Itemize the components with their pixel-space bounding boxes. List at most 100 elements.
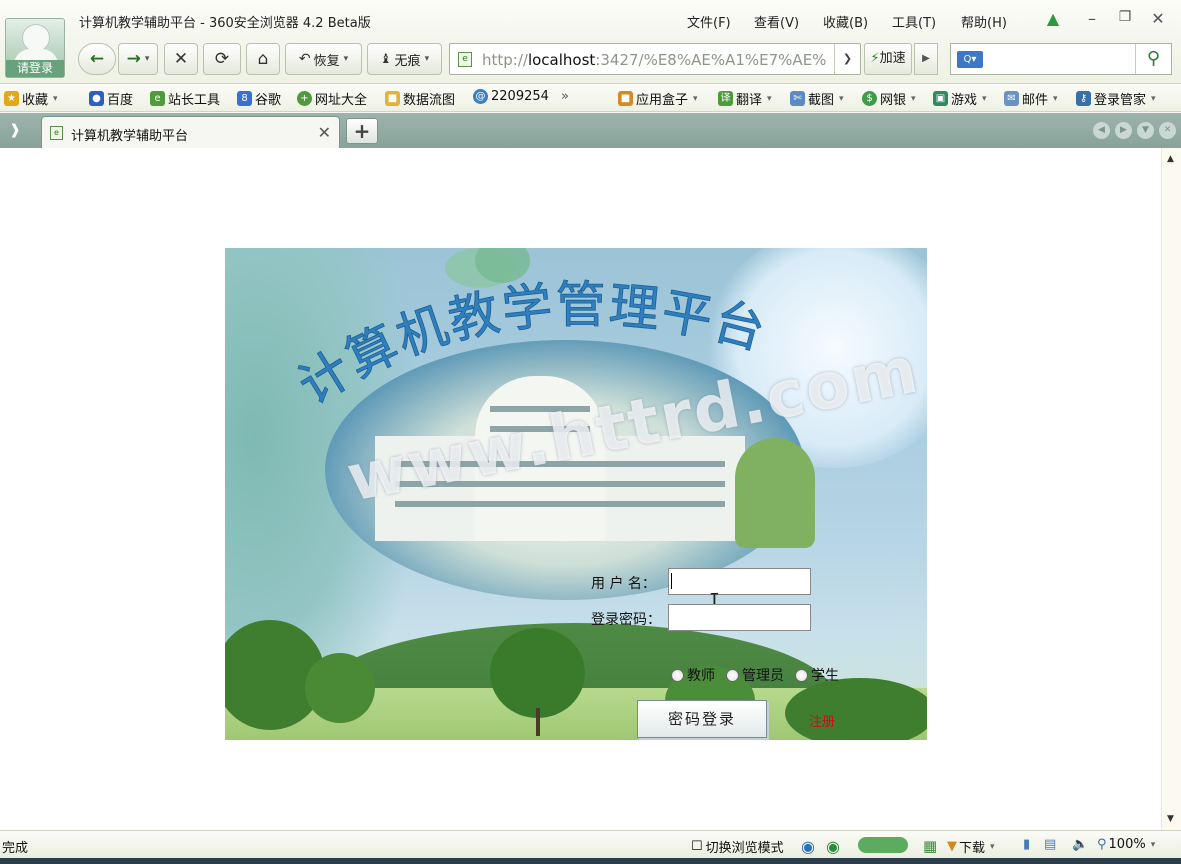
memory-icon[interactable]: ▮ — [1023, 837, 1030, 852]
bolt-icon: ⚡ — [870, 51, 880, 66]
folder-icon: ■ — [385, 91, 400, 106]
tree-image — [785, 678, 927, 740]
undo-icon: ↶ — [298, 51, 311, 67]
password-label: 登录密码： — [591, 612, 661, 628]
close-window-icon[interactable]: ✕ — [1148, 9, 1168, 28]
fav-link-webmaster-tools[interactable]: e 站长工具 — [150, 89, 220, 108]
sidebar-toggle-icon[interactable]: ❱ — [4, 120, 26, 140]
accelerate-label: 加速 — [879, 51, 906, 66]
tool-online-banking[interactable]: $ 网银 ▾ — [862, 89, 916, 108]
tab-scroll-right-icon[interactable]: ▶ — [1115, 122, 1132, 139]
chevron-down-icon: ▾ — [982, 93, 987, 104]
tab-scroll-left-icon[interactable]: ◀ — [1093, 122, 1110, 139]
tree-cluster-image — [735, 438, 815, 548]
forward-button[interactable]: → ▾ — [118, 43, 158, 75]
password-input[interactable] — [668, 604, 811, 631]
minimize-icon[interactable]: – — [1082, 9, 1102, 28]
restore-tab-label: 恢复 — [313, 53, 340, 69]
radio-circle[interactable] — [671, 668, 684, 682]
search-box[interactable]: Q▾ ⚲ — [950, 43, 1172, 75]
new-tab-button[interactable]: + — [346, 118, 378, 144]
address-dropdown-icon[interactable]: ❯ — [834, 44, 860, 74]
role-label-student: 学生 — [811, 668, 839, 684]
fav-link-data-flow-diagram[interactable]: ■ 数据流图 — [385, 89, 455, 108]
fav-link-2209254[interactable]: @2209254 — [473, 89, 549, 104]
incognito-button[interactable]: ♝ 无痕 ▾ — [367, 43, 442, 75]
zoom-control[interactable]: ⚲ 100% ▾ — [1097, 837, 1155, 852]
radio-circle[interactable] — [795, 668, 808, 682]
browser-window: 请登录 计算机教学辅助平台 - 360安全浏览器 4.2 Beta版 文件(F)… — [0, 0, 1181, 864]
menu-favorites[interactable]: 收藏(B) — [823, 12, 868, 31]
window-icon[interactable]: ▤ — [1044, 837, 1056, 852]
taskbar-strip — [0, 858, 1181, 864]
window-title: 计算机教学辅助平台 - 360安全浏览器 4.2 Beta版 — [79, 16, 371, 31]
close-all-tabs-icon[interactable]: ✕ — [1159, 122, 1176, 139]
accelerate-button[interactable]: ⚡加速 — [864, 43, 912, 75]
tab-active[interactable]: e 计算机教学辅助平台 ✕ — [41, 116, 340, 148]
role-radio-student[interactable]: 学生 — [795, 665, 839, 685]
fav-link-baidu[interactable]: ● 百度 — [89, 89, 133, 108]
login-panel: 计算机教学管理平台 www.httrd.com 用 户 名： I 登录密码： 教… — [225, 248, 927, 740]
tool-mail[interactable]: ✉ 邮件 ▾ — [1004, 89, 1058, 108]
favorites-menu[interactable]: ★ 收藏 ▾ — [4, 89, 58, 108]
role-radio-teacher[interactable]: 教师 — [671, 665, 715, 685]
address-bar[interactable]: e http://localhost:3427/%E8%AE%A1%E7%AE%… — [449, 43, 861, 75]
tool-games[interactable]: ▣ 游戏 ▾ — [933, 89, 987, 108]
avatar-login-label[interactable]: 请登录 — [6, 60, 64, 77]
user-avatar[interactable]: 请登录 — [5, 18, 65, 78]
tool-translate[interactable]: 译翻译 ▾ — [718, 89, 772, 108]
close-tab-icon[interactable]: ✕ — [318, 123, 331, 142]
menu-view[interactable]: 查看(V) — [754, 12, 799, 31]
text-caret — [671, 573, 672, 589]
forward-arrow-icon: → — [126, 49, 141, 69]
title-toolbar: 请登录 计算机教学辅助平台 - 360安全浏览器 4.2 Beta版 文件(F)… — [0, 0, 1181, 84]
gamepad-icon: ▣ — [933, 91, 948, 106]
translate-icon: 译 — [718, 91, 733, 106]
fav-link-url-directory[interactable]: + 网址大全 — [297, 89, 367, 108]
search-engine-icon[interactable]: Q▾ — [957, 51, 983, 68]
vertical-scrollbar[interactable]: ▲ ▼ — [1161, 148, 1181, 830]
tool-login-manager[interactable]: ⚷ 登录管家 ▾ — [1076, 89, 1156, 108]
home-button[interactable]: ⌂ — [246, 43, 280, 75]
speed-indicator-icon[interactable] — [858, 837, 908, 853]
restore-window-icon[interactable]: ❐ — [1115, 9, 1135, 25]
tool-screenshot[interactable]: ✄ 截图 ▾ — [790, 89, 844, 108]
extension-icon[interactable]: ▦ — [923, 837, 937, 855]
menu-tools[interactable]: 工具(T) — [892, 12, 936, 31]
tool-app-box[interactable]: ■ 应用盒子 ▾ — [618, 89, 698, 108]
url-directory-icon: + — [297, 91, 312, 106]
security-shield-icon[interactable]: ◉ — [826, 837, 840, 856]
menu-file[interactable]: 文件(F) — [687, 12, 731, 31]
search-icon[interactable]: ⚲ — [1135, 44, 1171, 74]
scroll-down-icon[interactable]: ▼ — [1167, 814, 1174, 824]
chevron-down-icon: ▾ — [53, 93, 58, 104]
incognito-label: 无痕 — [394, 53, 421, 69]
app-box-icon: ■ — [618, 91, 633, 106]
role-radio-admin[interactable]: 管理员 — [726, 665, 784, 685]
fav-link-google[interactable]: 8 谷歌 — [237, 89, 281, 108]
tree-image — [490, 628, 585, 718]
tab-list-icon[interactable]: ▼ — [1137, 122, 1154, 139]
restore-tab-button[interactable]: ↶ 恢复 ▾ — [285, 43, 362, 75]
back-button[interactable]: ← — [78, 43, 116, 75]
go-arrow-button[interactable]: ▶ — [914, 43, 938, 75]
address-url[interactable]: http://localhost:3427/%E8%AE%A1%E7%AE% — [482, 51, 830, 69]
register-link[interactable]: 注册 — [809, 711, 835, 730]
window-mode-icon: ☐ — [691, 839, 703, 854]
password-login-button[interactable]: 密码登录 — [637, 700, 767, 738]
username-input[interactable] — [668, 568, 811, 595]
ie-engine-icon[interactable]: ◉ — [801, 837, 815, 856]
stop-button[interactable]: ✕ — [164, 43, 198, 75]
refresh-button[interactable]: ⟳ — [203, 43, 241, 75]
switch-mode-button[interactable]: ☐ 切换浏览模式 — [691, 837, 784, 856]
skin-shirt-icon[interactable]: ▲ — [1043, 9, 1063, 28]
download-button[interactable]: ▼ 下载 ▾ — [947, 837, 995, 856]
menu-help[interactable]: 帮助(H) — [961, 12, 1007, 31]
radio-circle[interactable] — [726, 668, 739, 682]
scroll-up-icon[interactable]: ▲ — [1167, 154, 1174, 164]
speaker-icon[interactable]: 🔈 — [1072, 837, 1088, 852]
favorites-more[interactable]: » — [561, 89, 569, 104]
key-icon: ⚷ — [1076, 91, 1091, 106]
back-arrow-icon: ← — [89, 49, 105, 69]
chevron-down-icon: ▾ — [693, 93, 698, 104]
